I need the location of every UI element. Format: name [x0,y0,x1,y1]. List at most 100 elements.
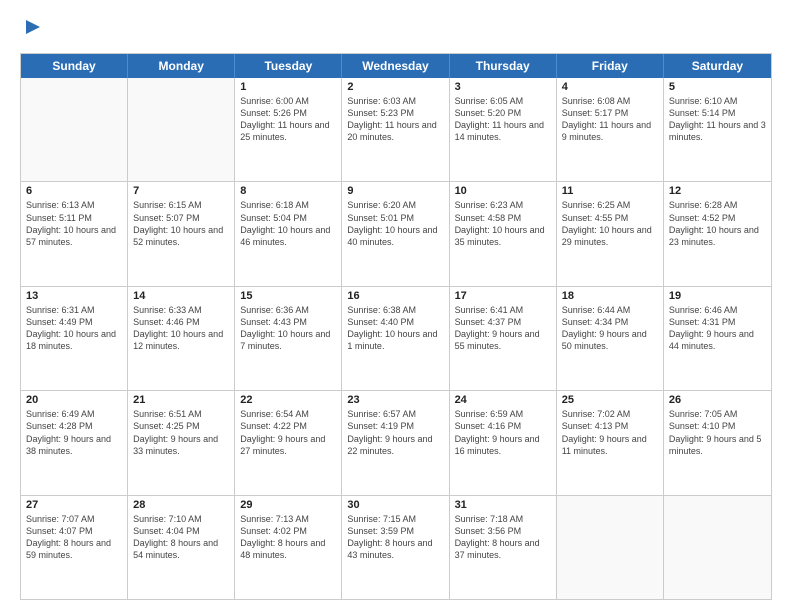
cell-sunrise: Sunrise: 6:31 AM [26,304,122,316]
cell-info: Sunrise: 6:23 AMSunset: 4:58 PMDaylight:… [455,199,551,248]
header [20,16,772,43]
table-row: 2 Sunrise: 6:03 AMSunset: 5:23 PMDaylight… [342,78,449,181]
cell-date-number: 3 [455,81,551,93]
cell-info: Sunrise: 6:20 AMSunset: 5:01 PMDaylight:… [347,199,443,248]
cell-sunset: Sunset: 4:04 PM [133,525,229,537]
cell-daylight: Daylight: 10 hours and 23 minutes. [669,224,766,248]
cell-sunset: Sunset: 5:20 PM [455,107,551,119]
cell-sunset: Sunset: 3:56 PM [455,525,551,537]
cell-daylight: Daylight: 10 hours and 57 minutes. [26,224,122,248]
cell-daylight: Daylight: 9 hours and 11 minutes. [562,433,658,457]
cell-daylight: Daylight: 9 hours and 44 minutes. [669,328,766,352]
calendar-week-5: 27Sunrise: 7:07 AMSunset: 4:07 PMDayligh… [21,496,771,599]
table-row: 9Sunrise: 6:20 AMSunset: 5:01 PMDaylight… [342,182,449,285]
cell-daylight: Daylight: 9 hours and 33 minutes. [133,433,229,457]
cell-daylight: Daylight: 9 hours and 16 minutes. [455,433,551,457]
cell-sunset: Sunset: 5:11 PM [26,212,122,224]
cell-date-number: 25 [562,394,658,406]
cell-sunset: Sunset: 5:26 PM [240,107,336,119]
cell-date-number: 29 [240,499,336,511]
table-row: 23Sunrise: 6:57 AMSunset: 4:19 PMDayligh… [342,391,449,494]
cell-date-number: 16 [347,290,443,302]
cell-sunset: Sunset: 4:19 PM [347,420,443,432]
table-row [557,496,664,599]
cell-info: Sunrise: 6:51 AMSunset: 4:25 PMDaylight:… [133,408,229,457]
cell-sunrise: Sunrise: 7:18 AM [455,513,551,525]
day-header-sunday: Sunday [21,54,128,78]
cell-date-number: 24 [455,394,551,406]
cell-date-number: 28 [133,499,229,511]
cell-info: Sunrise: 7:02 AMSunset: 4:13 PMDaylight:… [562,408,658,457]
cell-info: Sunrise: 6:44 AMSunset: 4:34 PMDaylight:… [562,304,658,353]
cell-sunset: Sunset: 4:52 PM [669,212,766,224]
cell-daylight: Daylight: 8 hours and 43 minutes. [347,537,443,561]
cell-sunset: Sunset: 4:46 PM [133,316,229,328]
calendar-week-1: 1Sunrise: 6:00 AMSunset: 5:26 PMDaylight… [21,78,771,182]
cell-daylight: Daylight: 9 hours and 38 minutes. [26,433,122,457]
cell-daylight: Daylight: 8 hours and 37 minutes. [455,537,551,561]
table-row: 5Sunrise: 6:10 AMSunset: 5:14 PMDaylight… [664,78,771,181]
day-header-friday: Friday [557,54,664,78]
cell-date-number: 22 [240,394,336,406]
table-row: 10Sunrise: 6:23 AMSunset: 4:58 PMDayligh… [450,182,557,285]
cell-info: Sunrise: 6:03 AMSunset: 5:23 PMDaylight:… [347,95,443,144]
table-row [21,78,128,181]
table-row: 20Sunrise: 6:49 AMSunset: 4:28 PMDayligh… [21,391,128,494]
cell-daylight: Daylight: 9 hours and 5 minutes. [669,433,766,457]
table-row: 16 Sunrise: 6:38 AMSunset: 4:40 PMDayligh… [342,287,449,390]
cell-sunrise: Sunrise: 6:25 AM [562,199,658,211]
cell-info: Sunrise: 6:36 AMSunset: 4:43 PMDaylight:… [240,304,336,353]
cell-daylight: Daylight: 8 hours and 48 minutes. [240,537,336,561]
day-header-monday: Monday [128,54,235,78]
cell-sunrise: Sunrise: 6:57 AM [347,408,443,420]
cell-info: Sunrise: 6:05 AMSunset: 5:20 PMDaylight:… [455,95,551,144]
cell-sunset: Sunset: 4:22 PM [240,420,336,432]
cell-date-number: 14 [133,290,229,302]
cell-date-number: 6 [26,185,122,197]
cell-sunrise: Sunrise: 6:05 AM [455,95,551,107]
cell-daylight: Daylight: 10 hours and 40 minutes. [347,224,443,248]
logo [20,16,44,43]
table-row: 7Sunrise: 6:15 AMSunset: 5:07 PMDaylight… [128,182,235,285]
cell-date-number: 11 [562,185,658,197]
cell-info: Sunrise: 6:15 AMSunset: 5:07 PMDaylight:… [133,199,229,248]
cell-sunrise: Sunrise: 6:15 AM [133,199,229,211]
cell-sunrise: Sunrise: 6:36 AM [240,304,336,316]
cell-info: Sunrise: 7:05 AMSunset: 4:10 PMDaylight:… [669,408,766,457]
cell-sunset: Sunset: 5:01 PM [347,212,443,224]
cell-daylight: Daylight: 10 hours and 35 minutes. [455,224,551,248]
cell-sunrise: Sunrise: 6:20 AM [347,199,443,211]
cell-sunset: Sunset: 4:31 PM [669,316,766,328]
cell-info: Sunrise: 7:07 AMSunset: 4:07 PMDaylight:… [26,513,122,562]
cell-sunset: Sunset: 5:04 PM [240,212,336,224]
cell-daylight: Daylight: 8 hours and 59 minutes. [26,537,122,561]
cell-sunrise: Sunrise: 6:03 AM [347,95,443,107]
cell-date-number: 12 [669,185,766,197]
cell-date-number: 2 [347,81,443,93]
cell-info: Sunrise: 6:38 AMSunset: 4:40 PMDaylight:… [347,304,443,353]
page: SundayMondayTuesdayWednesdayThursdayFrid… [0,0,792,612]
cell-sunset: Sunset: 4:40 PM [347,316,443,328]
cell-sunset: Sunset: 5:17 PM [562,107,658,119]
cell-date-number: 15 [240,290,336,302]
day-header-tuesday: Tuesday [235,54,342,78]
cell-date-number: 17 [455,290,551,302]
cell-sunrise: Sunrise: 6:51 AM [133,408,229,420]
table-row: 22 Sunrise: 6:54 AMSunset: 4:22 PMDayligh… [235,391,342,494]
table-row: 19Sunrise: 6:46 AMSunset: 4:31 PMDayligh… [664,287,771,390]
cell-sunrise: Sunrise: 6:33 AM [133,304,229,316]
cell-sunrise: Sunrise: 7:02 AM [562,408,658,420]
table-row: 31Sunrise: 7:18 AMSunset: 3:56 PMDayligh… [450,496,557,599]
table-row: 27Sunrise: 7:07 AMSunset: 4:07 PMDayligh… [21,496,128,599]
table-row: 21Sunrise: 6:51 AMSunset: 4:25 PMDayligh… [128,391,235,494]
cell-daylight: Daylight: 9 hours and 55 minutes. [455,328,551,352]
cell-info: Sunrise: 6:54 AMSunset: 4:22 PMDaylight:… [240,408,336,457]
cell-date-number: 26 [669,394,766,406]
cell-sunrise: Sunrise: 6:08 AM [562,95,658,107]
cell-sunrise: Sunrise: 6:18 AM [240,199,336,211]
cell-sunrise: Sunrise: 6:13 AM [26,199,122,211]
cell-date-number: 1 [240,81,336,93]
cell-info: Sunrise: 7:10 AMSunset: 4:04 PMDaylight:… [133,513,229,562]
day-header-wednesday: Wednesday [342,54,449,78]
cell-sunset: Sunset: 4:07 PM [26,525,122,537]
